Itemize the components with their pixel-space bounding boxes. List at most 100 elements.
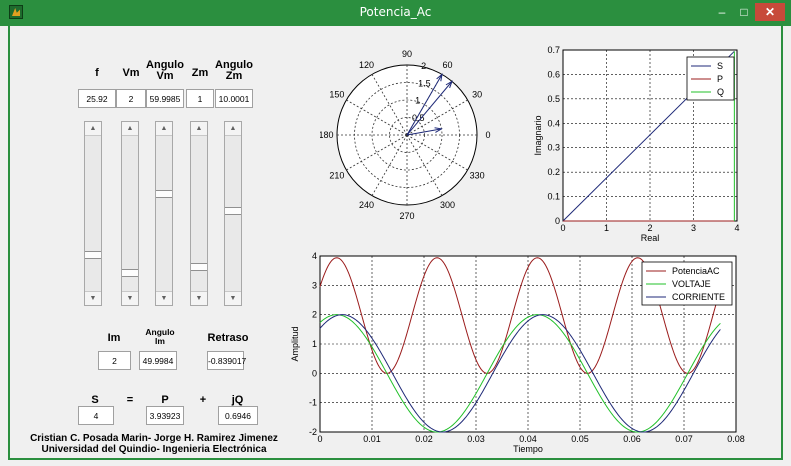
vm-slider[interactable]: ▲ ▼ [121,121,139,306]
slider-up-arrow-icon[interactable]: ▲ [156,122,172,136]
y-tick-label: 4 [312,251,317,261]
im-value-field: 2 [98,351,131,370]
y-tick-label: 0.3 [547,143,560,153]
retraso-value-field: -0.839017 [207,351,246,370]
title-bar: Potencia_Ac – □ ✕ [0,0,791,26]
x-tick-label: 0.01 [363,434,381,444]
minimize-button[interactable]: – [711,3,733,21]
x-tick-label: 0.06 [623,434,641,444]
label-angulo-vm: Angulo Vm [146,59,184,82]
y-tick-label: -1 [309,398,317,408]
slider-thumb[interactable] [225,206,241,215]
x-tick-label: 0.07 [675,434,693,444]
legend-entry: Q [717,87,724,97]
label-jq: jQ [231,394,244,406]
polar-angle-tick: 60 [442,60,452,70]
x-tick-label: 2 [647,223,652,233]
f-slider[interactable]: ▲ ▼ [84,121,102,306]
legend-entry: P [717,74,723,84]
y-tick-label: 0.1 [547,192,560,202]
polar-phasor-chart: 0.511.520306090120150180210240270300330 [320,49,491,221]
y-axis-label: Imagnario [533,115,543,155]
zm-value-field[interactable]: 1 [186,89,214,108]
zm-slider[interactable]: ▲ ▼ [190,121,208,306]
polar-angle-tick: 210 [329,171,344,181]
x-axis-label: Tiempo [513,444,543,454]
angulo-zm-value-field[interactable]: 10.0001 [215,89,253,108]
waveform-chart: 0 0.01 0.02 0.03 0.04 0.05 0.06 0.07 0.08 -2 -1 0 1 2… [290,251,745,454]
polar-angle-tick: 300 [440,200,455,210]
polar-radial-tick: 1 [415,96,420,106]
polar-angle-tick: 0 [485,130,490,140]
angulo-vm-value-field[interactable]: 59.9985 [146,89,184,108]
s-value-field: 4 [78,406,114,425]
label-p: P [161,394,169,406]
university-line: Universidad del Quindio- Ingenieria Elec… [41,444,267,455]
slider-thumb[interactable] [191,263,207,272]
x-tick-label: 4 [734,223,739,233]
slider-down-arrow-icon[interactable]: ▼ [156,291,172,305]
legend-entry: CORRIENTE [672,292,725,302]
authors-line: Cristian C. Posada Marin- Jorge H. Ramir… [30,433,278,444]
polar-radial-tick: 2 [421,61,426,71]
y-tick-label: 0 [555,216,560,226]
slider-up-arrow-icon[interactable]: ▲ [85,122,101,136]
x-tick-label: 1 [604,223,609,233]
slider-up-arrow-icon[interactable]: ▲ [191,122,207,136]
y-tick-label: 3 [312,280,317,290]
x-tick-label: 3 [691,223,696,233]
close-button[interactable]: ✕ [755,3,785,21]
slider-down-arrow-icon[interactable]: ▼ [122,291,138,305]
slider-up-arrow-icon[interactable]: ▲ [122,122,138,136]
power-triangle-chart: 0 1 2 3 4 0 0.1 0.2 0.3 0.4 0.5 0.6 0.7 Real Imagnario… [533,45,740,243]
y-tick-label: -2 [309,427,317,437]
polar-angle-tick: 90 [402,49,412,59]
y-tick-label: 0.5 [547,94,560,104]
maximize-button[interactable]: □ [733,3,755,21]
angulo-vm-slider[interactable]: ▲ ▼ [155,121,173,306]
f-value-field[interactable]: 25.92 [78,89,116,108]
legend-entry: S [717,61,723,71]
y-tick-label: 0.2 [547,167,560,177]
label-plus: + [199,394,207,406]
slider-thumb[interactable] [156,190,172,199]
y-tick-label: 0.6 [547,69,560,79]
y-tick-label: 1 [312,339,317,349]
x-tick-label: 0.04 [519,434,537,444]
x-tick-label: 0 [560,223,565,233]
slider-down-arrow-icon[interactable]: ▼ [191,291,207,305]
label-s: S [91,394,99,406]
polar-angle-tick: 180 [320,130,334,140]
y-tick-label: 0 [312,368,317,378]
angulo-im-value-field: 49.9984 [139,351,177,370]
label-angulo-im: Angulo Im [145,327,175,346]
slider-thumb[interactable] [122,269,138,278]
q-value-field: 0.6946 [218,406,258,425]
vm-value-field[interactable]: 2 [116,89,146,108]
label-im: Im [107,332,121,344]
slider-down-arrow-icon[interactable]: ▼ [225,291,241,305]
x-tick-label: 0.05 [571,434,589,444]
slider-down-arrow-icon[interactable]: ▼ [85,291,101,305]
legend-entry: VOLTAJE [672,279,711,289]
x-tick-label: 0.08 [727,434,745,444]
polar-angle-tick: 270 [399,211,414,221]
polar-angle-tick: 240 [359,200,374,210]
y-axis-label: Amplitud [290,326,300,361]
slider-thumb[interactable] [85,251,101,260]
label-zm: Zm [191,67,209,79]
label-f: f [95,67,99,79]
slider-up-arrow-icon[interactable]: ▲ [225,122,241,136]
x-tick-label: 0 [317,434,322,444]
y-tick-label: 2 [312,310,317,320]
polar-angle-tick: 30 [472,90,482,100]
x-tick-label: 0.02 [415,434,433,444]
p-value-field: 3.93923 [146,406,184,425]
x-tick-label: 0.03 [467,434,485,444]
label-retraso: Retraso [207,332,249,344]
legend-entry: PotenciaAC [672,266,720,276]
label-equals: = [126,394,134,406]
polar-angle-tick: 120 [359,60,374,70]
y-tick-label: 0.7 [547,45,560,55]
angulo-zm-slider[interactable]: ▲ ▼ [224,121,242,306]
